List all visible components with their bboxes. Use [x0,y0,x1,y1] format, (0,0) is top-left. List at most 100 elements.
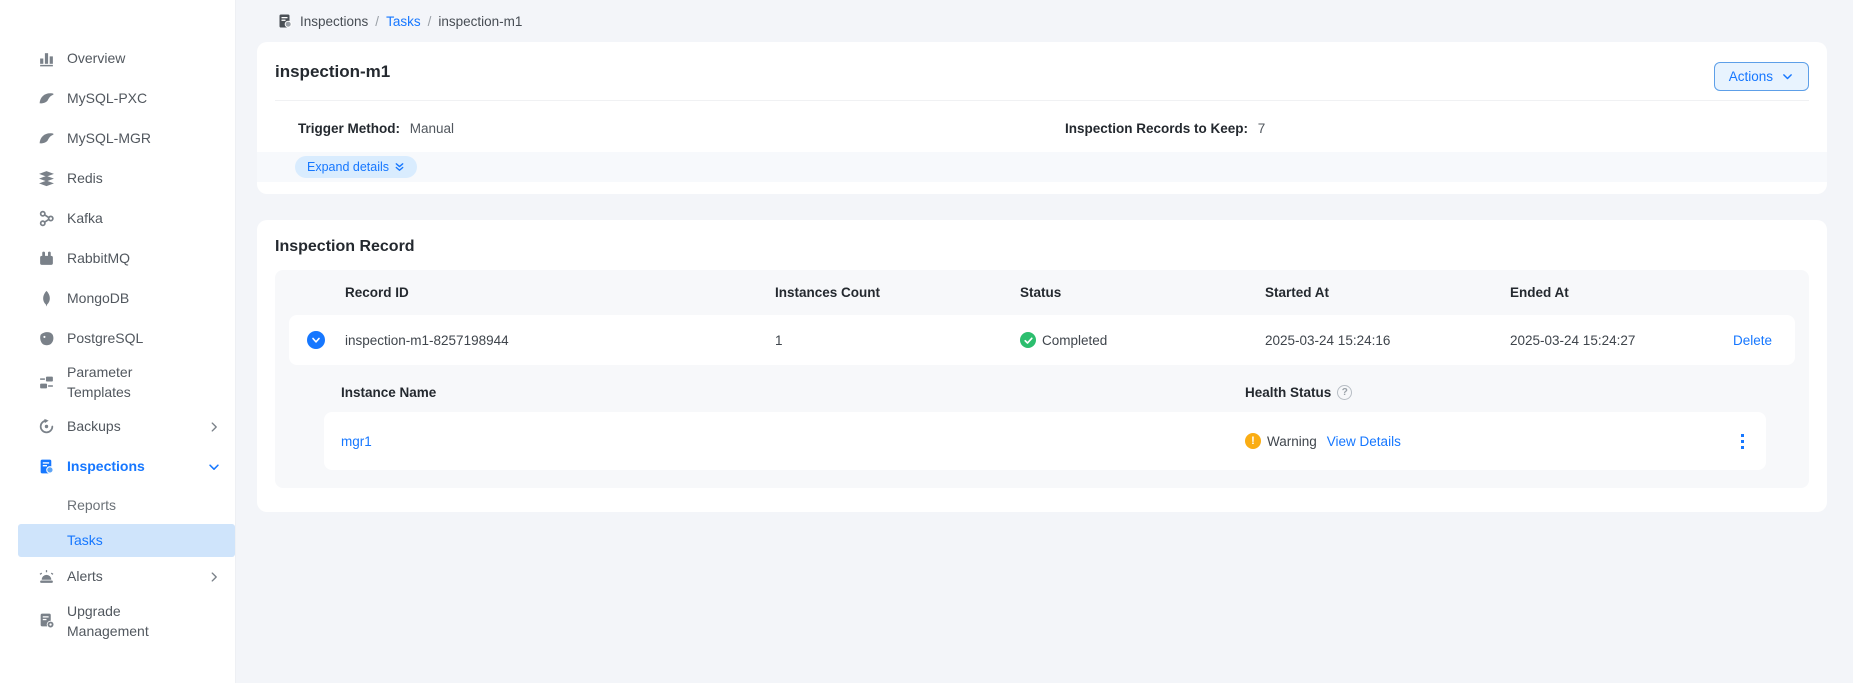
instances-count-cell: 1 [775,333,1020,348]
sidebar-item-mysql-pxc[interactable]: MySQL-PXC [0,78,235,118]
actions-button[interactable]: Actions [1714,62,1809,91]
trigger-method-label: Trigger Method: [298,121,400,136]
question-circle-icon[interactable]: ? [1337,385,1352,400]
sidebar-item-inspections[interactable]: Inspections [0,447,235,487]
instance-row: mgr1 ! Warning View Details [324,412,1766,470]
breadcrumb: Inspections / Tasks / inspection-m1 [257,0,1827,42]
sidebar-item-label: RabbitMQ [67,248,130,268]
breadcrumb-inspections: Inspections [300,14,368,29]
double-chevron-down-icon [394,162,405,173]
document-gear-icon [38,612,55,629]
column-status: Status [1020,285,1265,300]
column-started-at: Started At [1265,285,1510,300]
instance-name-link[interactable]: mgr1 [341,434,1245,449]
sidebar-subitem-reports[interactable]: Reports [0,489,235,522]
trigger-method-field: Trigger Method: Manual [275,121,1042,136]
sidebar-item-label: MySQL-PXC [67,88,147,108]
mysql-dolphin-icon [38,130,55,147]
health-status-cell: ! Warning View Details [1245,433,1718,449]
delete-link[interactable]: Delete [1708,333,1798,348]
sidebar-item-label: MongoDB [67,288,129,308]
sidebar-item-alerts[interactable]: Alerts [0,557,235,597]
record-table: Record ID Instances Count Status Started… [275,270,1809,488]
record-table-header: Record ID Instances Count Status Started… [289,270,1795,315]
record-id-cell: inspection-m1-8257198944 [345,333,775,348]
view-details-link[interactable]: View Details [1327,434,1401,449]
expand-details-strip: Expand details [257,152,1827,182]
sidebar-subitem-label: Reports [67,497,116,513]
inspection-document-icon [277,13,293,29]
kebab-menu-icon[interactable] [1718,434,1766,449]
sidebar-item-label: Parameter Templates [67,362,189,403]
restore-icon [38,418,55,435]
alarm-icon [38,568,55,585]
breadcrumb-separator: / [375,14,379,29]
instance-subtable: Instance Name Health Status ? mgr1 ! War… [324,365,1766,470]
main-content: Inspections / Tasks / inspection-m1 Acti… [236,0,1853,683]
inspection-document-icon [38,458,55,475]
inspection-record-card: Inspection Record Record ID Instances Co… [257,220,1827,512]
status-cell: Completed [1020,332,1265,348]
chevron-down-icon [1781,70,1794,83]
records-to-keep-label: Inspection Records to Keep: [1065,121,1248,136]
rabbitmq-icon [38,250,55,267]
column-instances-count: Instances Count [775,285,1020,300]
sidebar-subitem-label: Tasks [67,532,103,548]
actions-button-label: Actions [1729,69,1773,84]
page-title: inspection-m1 [275,62,1809,82]
sidebar-item-label: Inspections [67,456,145,476]
chevron-right-icon [207,420,221,434]
sidebar-item-mongodb[interactable]: MongoDB [0,278,235,318]
breadcrumb-tasks-link[interactable]: Tasks [386,14,421,29]
started-at-cell: 2025-03-24 15:24:16 [1265,333,1510,348]
chevron-down-icon [207,460,221,474]
chevron-right-icon [207,570,221,584]
sidebar-item-label: Kafka [67,208,103,228]
sidebar-item-parameter-templates[interactable]: Parameter Templates [0,358,235,407]
sliders-icon [38,374,55,391]
expand-details-button[interactable]: Expand details [295,156,417,178]
sidebar-item-upgrade-management[interactable]: Upgrade Management [0,597,235,646]
records-to-keep-field: Inspection Records to Keep: 7 [1042,121,1809,136]
breadcrumb-current: inspection-m1 [438,14,522,29]
success-check-icon [1020,332,1036,348]
chevron-down-icon [310,334,322,346]
sidebar-item-overview[interactable]: Overview [0,38,235,78]
sidebar-item-postgresql[interactable]: PostgreSQL [0,318,235,358]
ended-at-cell: 2025-03-24 15:24:27 [1510,333,1708,348]
task-detail-card: Actions inspection-m1 Trigger Method: Ma… [257,42,1827,194]
record-table-row: inspection-m1-8257198944 1 Completed 202… [289,315,1795,365]
sidebar-item-rabbitmq[interactable]: RabbitMQ [0,238,235,278]
elephant-icon [38,330,55,347]
sidebar-item-label: MySQL-MGR [67,128,151,148]
bar-chart-icon [38,50,55,67]
expand-details-label: Expand details [307,160,389,174]
sidebar-item-label: Alerts [67,566,103,586]
layers-icon [38,170,55,187]
divider [275,100,1809,101]
column-health-status: Health Status [1245,385,1331,400]
sidebar-item-label: Backups [67,416,121,436]
records-to-keep-value: 7 [1258,121,1266,136]
trigger-method-value: Manual [410,121,454,136]
sidebar-item-mysql-mgr[interactable]: MySQL-MGR [0,118,235,158]
sidebar-item-backups[interactable]: Backups [0,407,235,447]
sidebar-item-label: PostgreSQL [67,328,143,348]
sidebar-subitem-tasks[interactable]: Tasks [18,524,235,557]
sidebar-item-redis[interactable]: Redis [0,158,235,198]
sidebar-item-label: Redis [67,168,103,188]
sidebar-item-label: Overview [67,48,125,68]
status-text: Completed [1042,333,1107,348]
section-title: Inspection Record [275,238,1809,256]
health-status-text: Warning [1267,434,1317,449]
column-record-id: Record ID [345,285,775,300]
collapse-row-toggle[interactable] [307,331,325,349]
network-nodes-icon [38,210,55,227]
sidebar-item-kafka[interactable]: Kafka [0,198,235,238]
mysql-dolphin-icon [38,90,55,107]
column-ended-at: Ended At [1510,285,1708,300]
warning-icon: ! [1245,433,1261,449]
instance-subtable-header: Instance Name Health Status ? [324,365,1766,412]
breadcrumb-separator: / [428,14,432,29]
leaf-icon [38,290,55,307]
